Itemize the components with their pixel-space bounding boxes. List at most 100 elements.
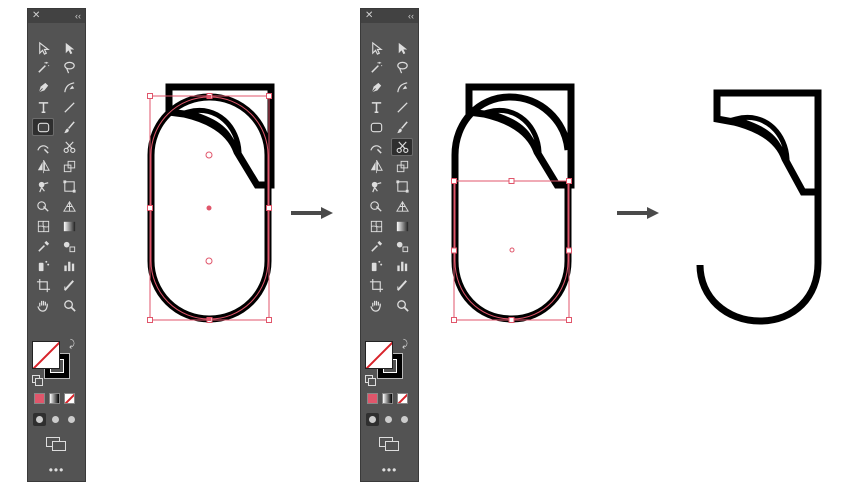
scale-tool-button[interactable] [58,158,80,176]
cut-lower-path[interactable] [451,182,572,323]
artboard-tool-button[interactable] [365,277,387,295]
screen-mode-icon[interactable] [379,437,399,451]
line-segment-tool-button[interactable] [58,98,80,116]
eyedropper-tool-button[interactable] [32,237,54,255]
tools-panel-right: ✕ ‹‹ ⤸ ••• [360,8,419,482]
zoom-tool-button[interactable] [391,296,413,314]
column-graph-tool-button[interactable] [391,257,413,275]
draw-inside-icon[interactable] [65,413,78,426]
type-tool-icon [371,101,381,113]
free-transform-tool-button[interactable] [391,178,413,196]
shape-builder-tool-button[interactable] [32,197,54,215]
scale-tool-icon [63,161,75,173]
hand-tool-button[interactable] [365,296,387,314]
canvas-step-3-result [696,89,822,325]
line-segment-tool-icon [63,102,75,113]
fill-stroke-widget[interactable]: ⤸ [32,339,82,387]
color-button[interactable] [367,393,378,404]
slice-tool-button[interactable] [391,277,413,295]
shaper-tool-button[interactable] [365,138,387,156]
mesh-tool-button[interactable] [365,217,387,235]
edit-toolbar-button[interactable]: ••• [361,463,418,477]
curvature-tool-button[interactable] [391,79,413,97]
gradient-tool-button[interactable] [391,217,413,235]
default-fill-stroke-icon[interactable] [32,375,43,386]
column-graph-tool-icon [396,262,407,272]
perspective-grid-tool-button[interactable] [391,197,413,215]
eyedropper-tool-button[interactable] [365,237,387,255]
zoom-tool-icon [396,300,409,312]
collapse-panel-button[interactable]: ‹‹ [75,9,81,23]
gradient-button[interactable] [382,393,393,404]
mesh-tool-button[interactable] [32,217,54,235]
puppet-warp-tool-button[interactable] [365,178,387,196]
color-mode-buttons [34,393,75,404]
perspective-grid-tool-button[interactable] [58,197,80,215]
fill-none-swatch[interactable] [365,341,393,369]
paintbrush-tool-button[interactable] [391,118,413,136]
shaper-tool-button[interactable] [32,138,54,156]
blend-tool-button[interactable] [58,237,80,255]
artboard-tool-button[interactable] [32,277,54,295]
pen-tool-button[interactable] [32,79,54,97]
reflect-tool-button[interactable] [32,158,54,176]
column-graph-tool-button[interactable] [58,257,80,275]
hand-tool-button[interactable] [32,296,54,314]
symbol-sprayer-tool-button[interactable] [32,257,54,275]
selection-tool-button[interactable] [32,39,54,57]
direct-selection-tool-button[interactable] [391,39,413,57]
none-button[interactable] [64,393,75,404]
draw-behind-icon[interactable] [49,413,62,426]
scale-tool-button[interactable] [391,158,413,176]
default-fill-stroke-icon[interactable] [365,375,376,386]
screen-mode-icon[interactable] [46,437,66,451]
shape-builder-tool-icon [36,201,49,212]
gradient-tool-button[interactable] [58,217,80,235]
swap-fill-stroke-icon[interactable]: ⤸ [69,339,75,350]
free-transform-tool-button[interactable] [58,178,80,196]
symbol-sprayer-tool-button[interactable] [365,257,387,275]
edit-toolbar-button[interactable]: ••• [28,463,85,477]
curvature-tool-button[interactable] [58,79,80,97]
slice-tool-button[interactable] [58,277,80,295]
puppet-warp-tool-icon [38,181,48,193]
magic-wand-tool-button[interactable] [365,59,387,77]
rounded-rectangle-tool-button[interactable] [365,118,387,136]
free-transform-tool-icon [62,180,76,193]
color-button[interactable] [34,393,45,404]
symbol-sprayer-tool-icon [38,261,49,272]
rounded-rectangle-tool-button[interactable] [32,118,54,137]
draw-inside-icon[interactable] [398,413,411,426]
shape-builder-tool-button[interactable] [365,197,387,215]
draw-normal-icon[interactable] [33,413,46,426]
none-button[interactable] [397,393,408,404]
type-tool-button[interactable] [365,98,387,116]
reflect-tool-button[interactable] [365,158,387,176]
scissors-tool-button[interactable] [58,138,80,156]
selection-tool-button[interactable] [365,39,387,57]
direct-selection-tool-button[interactable] [58,39,80,57]
close-panel-button[interactable]: ✕ [365,9,373,23]
fill-none-swatch[interactable] [32,341,60,369]
magic-wand-tool-button[interactable] [32,59,54,77]
perspective-grid-tool-icon [62,200,76,212]
pen-tool-button[interactable] [365,79,387,97]
swap-fill-stroke-icon[interactable]: ⤸ [402,339,408,350]
scissors-tool-button[interactable] [391,138,413,156]
close-panel-button[interactable]: ✕ [32,9,40,23]
lasso-tool-button[interactable] [391,59,413,77]
gradient-button[interactable] [49,393,60,404]
blend-tool-button[interactable] [391,237,413,255]
draw-normal-icon[interactable] [366,413,379,426]
eyedropper-tool-icon [370,240,382,252]
fill-stroke-widget[interactable]: ⤸ [365,339,415,387]
lasso-tool-button[interactable] [58,59,80,77]
zoom-tool-button[interactable] [58,296,80,314]
collapse-panel-button[interactable]: ‹‹ [408,9,414,23]
paintbrush-tool-button[interactable] [58,118,80,136]
arrow-right-icon [291,207,333,219]
line-segment-tool-button[interactable] [391,98,413,116]
type-tool-button[interactable] [32,98,54,116]
puppet-warp-tool-button[interactable] [32,178,54,196]
draw-behind-icon[interactable] [382,413,395,426]
